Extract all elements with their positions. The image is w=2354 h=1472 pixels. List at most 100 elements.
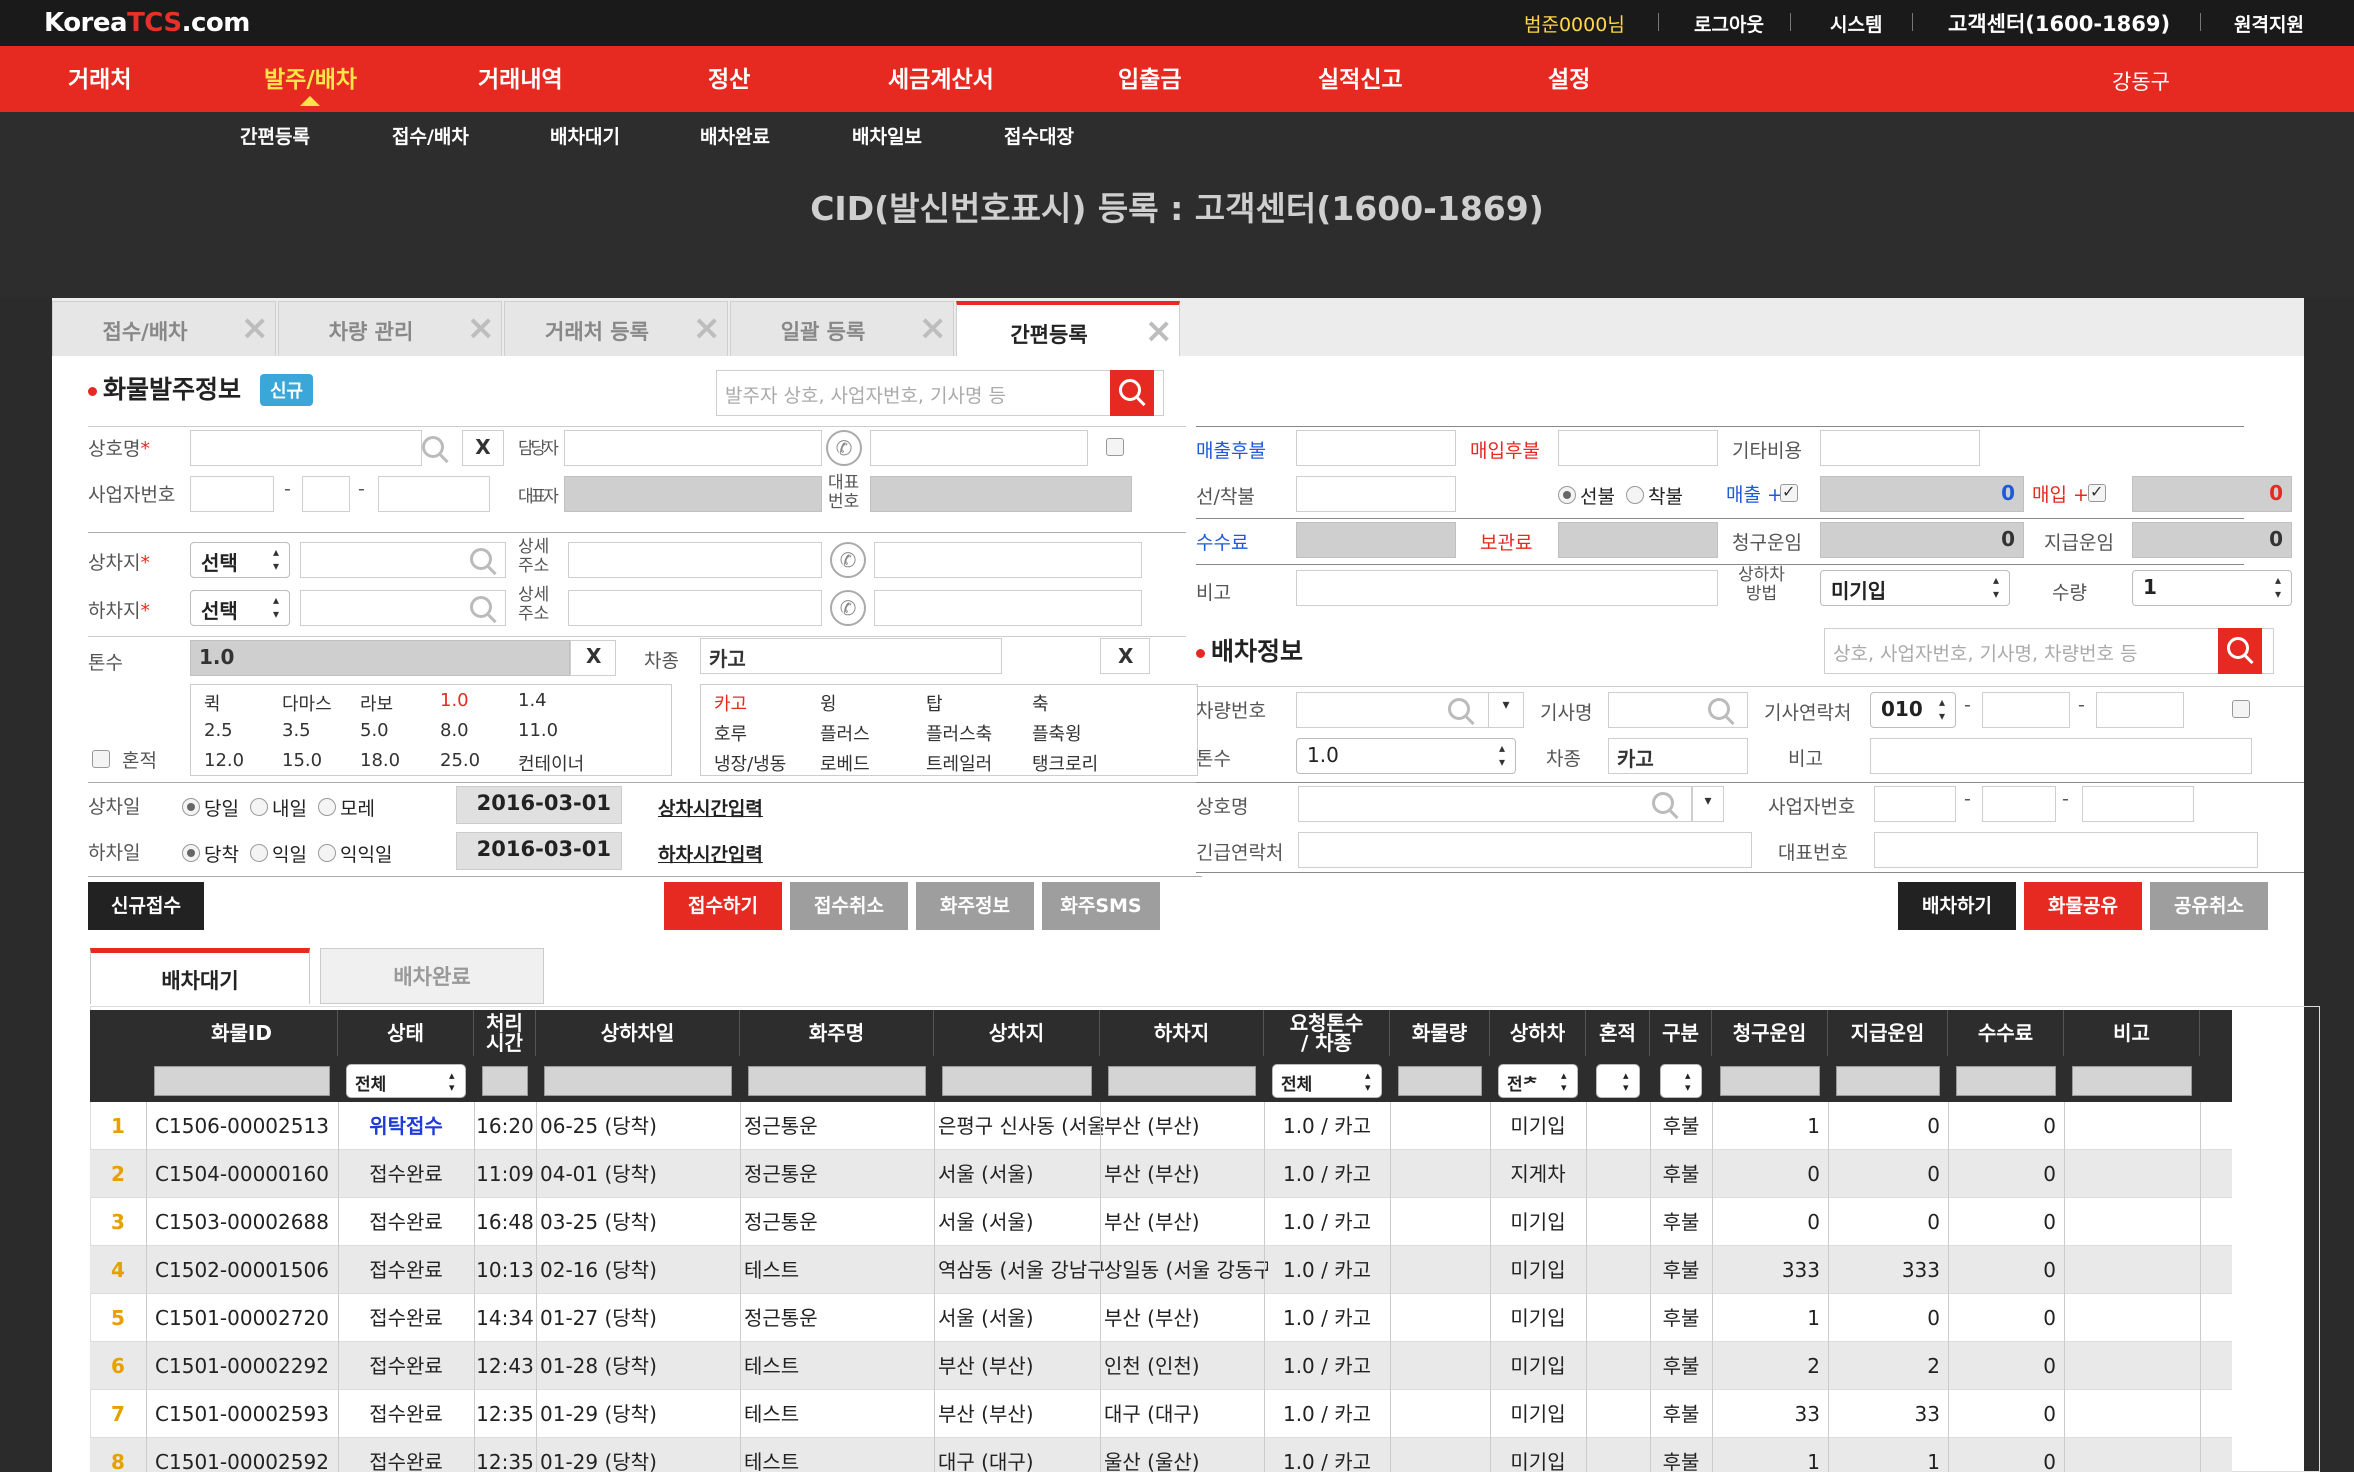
column-header-cargo-id[interactable]: 화물ID (146, 1010, 338, 1056)
close-icon[interactable]: × (467, 308, 496, 348)
filter-note-input[interactable] (2072, 1066, 2192, 1096)
table-row[interactable]: 6 C1501-00002292 접수완료 12:43 01-28 (당착) 테스트 부산 … (90, 1342, 2232, 1390)
bizno-part2-input[interactable] (302, 476, 350, 512)
filter-time-input[interactable] (482, 1066, 528, 1096)
column-header-cargo-amount[interactable]: 화물량 (1390, 1010, 1490, 1056)
filter-method-select[interactable]: 전ᅔ (1498, 1064, 1578, 1098)
column-header-shipper-name[interactable]: 화주명 (740, 1010, 934, 1056)
submit-receipt-button[interactable]: 접수하기 (664, 882, 782, 930)
subnav-dispatch-waiting[interactable]: 배차대기 (550, 122, 620, 149)
storage-fee-input[interactable] (1558, 522, 1718, 558)
column-header-loading-method[interactable]: 상하차 (1490, 1010, 1586, 1056)
nav-item-order-dispatch[interactable]: 발주/배차 (264, 60, 357, 94)
column-header-note[interactable]: 비고 (2064, 1010, 2200, 1056)
loading-method-select[interactable]: 미기입 (1820, 570, 2010, 606)
tonnage-option[interactable]: 라보 (360, 690, 393, 716)
tonnage-input[interactable]: 1.0 (190, 640, 570, 676)
vehicle-option[interactable]: 축 (1032, 690, 1049, 716)
unload-sameday-radio[interactable] (182, 844, 200, 862)
subnav-receipt-ledger[interactable]: 접수대장 (1004, 122, 1074, 149)
filter-date-input[interactable] (544, 1066, 732, 1096)
bizno-part3-input[interactable] (378, 476, 490, 512)
close-icon[interactable]: × (693, 308, 722, 348)
column-header-mixed[interactable]: 혼적 (1586, 1010, 1650, 1056)
share-cargo-button[interactable]: 화물공유 (2024, 882, 2142, 930)
filter-type-select[interactable] (1660, 1064, 1702, 1098)
tab-receipt-dispatch[interactable]: 접수/배차 × (52, 301, 276, 357)
quantity-select[interactable]: 1 (2132, 570, 2292, 606)
cancel-share-button[interactable]: 공유취소 (2150, 882, 2268, 930)
remote-support-link[interactable]: 원격지원 (2234, 10, 2304, 37)
shipper-info-button[interactable]: 화주정보 (916, 882, 1034, 930)
dispatch-company-dropdown[interactable]: ▾ (1692, 786, 1724, 822)
order-search-button[interactable] (1110, 370, 1154, 416)
phone-icon[interactable]: ✆ (830, 590, 866, 626)
dispatch-button[interactable]: 배차하기 (1898, 882, 2016, 930)
tonnage-option-selected[interactable]: 1.0 (440, 690, 469, 711)
vehicle-option-selected[interactable]: 카고 (714, 690, 747, 716)
column-header-load-location[interactable]: 상차지 (934, 1010, 1100, 1056)
tonnage-option[interactable]: 12.0 (204, 750, 244, 771)
purchase-plus-input[interactable]: 0 (2132, 476, 2292, 512)
search-icon[interactable] (470, 596, 492, 618)
logout-link[interactable]: 로그아웃 (1694, 10, 1764, 37)
nav-item-deposits[interactable]: 입출금 (1118, 60, 1181, 94)
load-dayafter-radio[interactable] (318, 798, 336, 816)
table-row[interactable]: 2 C1504-00000160 접수완료 11:09 04-01 (당착) 정근통운 서울… (90, 1150, 2232, 1198)
manager-phone-input[interactable] (870, 430, 1088, 466)
cancel-receipt-button[interactable]: 접수취소 (790, 882, 908, 930)
nav-item-clients[interactable]: 거래처 (68, 60, 131, 94)
tonnage-option[interactable]: 11.0 (518, 720, 558, 741)
dispatch-bizno-part1-input[interactable] (1874, 786, 1956, 822)
tonnage-option[interactable]: 8.0 (440, 720, 469, 741)
vehicle-option[interactable]: 탱크로리 (1032, 750, 1098, 776)
billing-note-input[interactable] (1296, 570, 1718, 606)
tonnage-option[interactable]: 다마스 (282, 690, 332, 716)
vehicle-option[interactable]: 탑 (926, 690, 943, 716)
purchase-plus-checkbox[interactable] (2088, 482, 2106, 502)
tonnage-option[interactable]: 15.0 (282, 750, 322, 771)
prepaid-input[interactable] (1296, 476, 1456, 512)
filter-shipper-input[interactable] (748, 1066, 926, 1096)
vehicle-type-input[interactable]: 카고 (700, 638, 1002, 674)
filter-to-input[interactable] (1108, 1066, 1256, 1096)
phone-icon[interactable]: ✆ (830, 542, 866, 578)
search-icon[interactable] (1708, 698, 1730, 720)
nav-item-settings[interactable]: 설정 (1548, 60, 1590, 94)
bizno-part1-input[interactable] (190, 476, 274, 512)
close-icon[interactable]: × (1145, 311, 1174, 351)
tonnage-option[interactable]: 1.4 (518, 690, 547, 711)
load-tomorrow-radio[interactable] (250, 798, 268, 816)
dispatch-search-button[interactable] (2218, 628, 2262, 674)
tab-list-waiting[interactable]: 배차대기 (90, 948, 310, 1004)
nav-item-transactions[interactable]: 거래내역 (478, 60, 563, 94)
phone-icon[interactable]: ✆ (826, 430, 862, 466)
filter-id-input[interactable] (154, 1066, 330, 1096)
support-center-link[interactable]: 고객센터(1600-1869) (1948, 8, 2170, 38)
vehicle-option[interactable]: 호루 (714, 720, 747, 746)
table-row[interactable]: 7 C1501-00002593 접수완료 12:35 01-29 (당착) 테스트 부산 … (90, 1390, 2232, 1438)
tonnage-option[interactable]: 18.0 (360, 750, 400, 771)
new-receipt-button[interactable]: 신규접수 (88, 882, 204, 930)
close-icon[interactable]: × (919, 308, 948, 348)
tonnage-option[interactable]: 2.5 (204, 720, 233, 741)
tonnage-option[interactable]: 25.0 (440, 750, 480, 771)
manager-input[interactable] (564, 430, 822, 466)
column-header-pay-fare[interactable]: 지급운임 (1828, 1010, 1948, 1056)
vehicle-option[interactable]: 로베드 (820, 750, 870, 776)
vehicle-option[interactable]: 플러스 (820, 720, 870, 746)
search-icon[interactable] (422, 436, 444, 458)
fee-input[interactable] (1296, 522, 1456, 558)
other-cost-input[interactable] (1820, 430, 1980, 466)
sales-plus-checkbox[interactable] (1780, 482, 1798, 502)
manager-checkbox[interactable] (1106, 438, 1124, 456)
dispatch-bizno-part2-input[interactable] (1982, 786, 2056, 822)
column-header-fee[interactable]: 수수료 (1948, 1010, 2064, 1056)
dispatch-tonnage-select[interactable]: 1.0 (1296, 738, 1516, 774)
search-icon[interactable] (470, 548, 492, 570)
unload-time-link[interactable]: 하차시간입력 (658, 840, 763, 867)
load-time-link[interactable]: 상차시간입력 (658, 794, 763, 821)
search-icon[interactable] (1448, 698, 1470, 720)
tab-bulk-register[interactable]: 일괄 등록 × (730, 301, 954, 357)
order-search-input[interactable]: 발주자 상호, 사업자번호, 기사명 등 (716, 370, 1164, 416)
